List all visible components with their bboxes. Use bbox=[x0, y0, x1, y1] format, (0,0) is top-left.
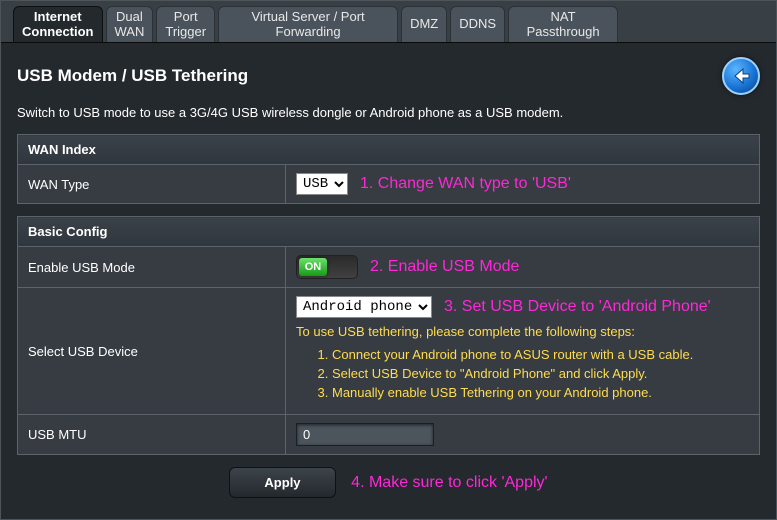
wan-index-header: WAN Index bbox=[18, 135, 760, 165]
enable-usb-label: Enable USB Mode bbox=[18, 247, 286, 288]
tab-ddns[interactable]: DDNS bbox=[450, 6, 505, 42]
tab-nat-passthrough[interactable]: NATPassthrough bbox=[508, 6, 618, 42]
basic-config-header: Basic Config bbox=[18, 217, 760, 247]
annotation-2: 2. Enable USB Mode bbox=[370, 258, 519, 276]
tab-dual-wan[interactable]: DualWAN bbox=[106, 6, 154, 42]
usb-mtu-label: USB MTU bbox=[18, 415, 286, 455]
wan-type-label: WAN Type bbox=[18, 165, 286, 204]
select-usb-device-label: Select USB Device bbox=[18, 288, 286, 415]
page-title: USB Modem / USB Tethering bbox=[17, 66, 248, 86]
tether-hint: To use USB tethering, please complete th… bbox=[296, 324, 635, 339]
tab-port-trigger[interactable]: PortTrigger bbox=[156, 6, 215, 42]
back-button[interactable] bbox=[722, 57, 760, 95]
tab-bar: InternetConnection DualWAN PortTrigger V… bbox=[1, 1, 776, 43]
enable-usb-toggle[interactable]: ON bbox=[296, 255, 358, 279]
usb-device-select[interactable]: Android phone bbox=[296, 296, 432, 318]
tab-internet-connection[interactable]: InternetConnection bbox=[13, 6, 103, 42]
page-description: Switch to USB mode to use a 3G/4G USB wi… bbox=[17, 105, 760, 120]
back-arrow-icon bbox=[729, 64, 753, 88]
tether-step-3: Manually enable USB Tethering on your An… bbox=[332, 385, 693, 400]
apply-button[interactable]: Apply bbox=[229, 467, 335, 498]
basic-config-panel: Basic Config Enable USB Mode ON 2. Enabl… bbox=[17, 216, 760, 455]
tether-step-1: Connect your Android phone to ASUS route… bbox=[332, 347, 693, 362]
annotation-1: 1. Change WAN type to 'USB' bbox=[360, 175, 571, 193]
annotation-4: 4. Make sure to click 'Apply' bbox=[351, 474, 547, 491]
tab-virtual-server[interactable]: Virtual Server / PortForwarding bbox=[218, 6, 398, 42]
tab-dmz[interactable]: DMZ bbox=[401, 6, 447, 42]
usb-mtu-input[interactable] bbox=[296, 423, 434, 446]
wan-type-select[interactable]: USB bbox=[296, 173, 348, 195]
tether-steps: Connect your Android phone to ASUS route… bbox=[332, 343, 693, 404]
wan-index-panel: WAN Index WAN Type USB 1. Change WAN typ… bbox=[17, 134, 760, 204]
annotation-3: 3. Set USB Device to 'Android Phone' bbox=[444, 298, 711, 316]
tether-step-2: Select USB Device to "Android Phone" and… bbox=[332, 366, 693, 381]
toggle-on-indicator: ON bbox=[299, 258, 327, 276]
